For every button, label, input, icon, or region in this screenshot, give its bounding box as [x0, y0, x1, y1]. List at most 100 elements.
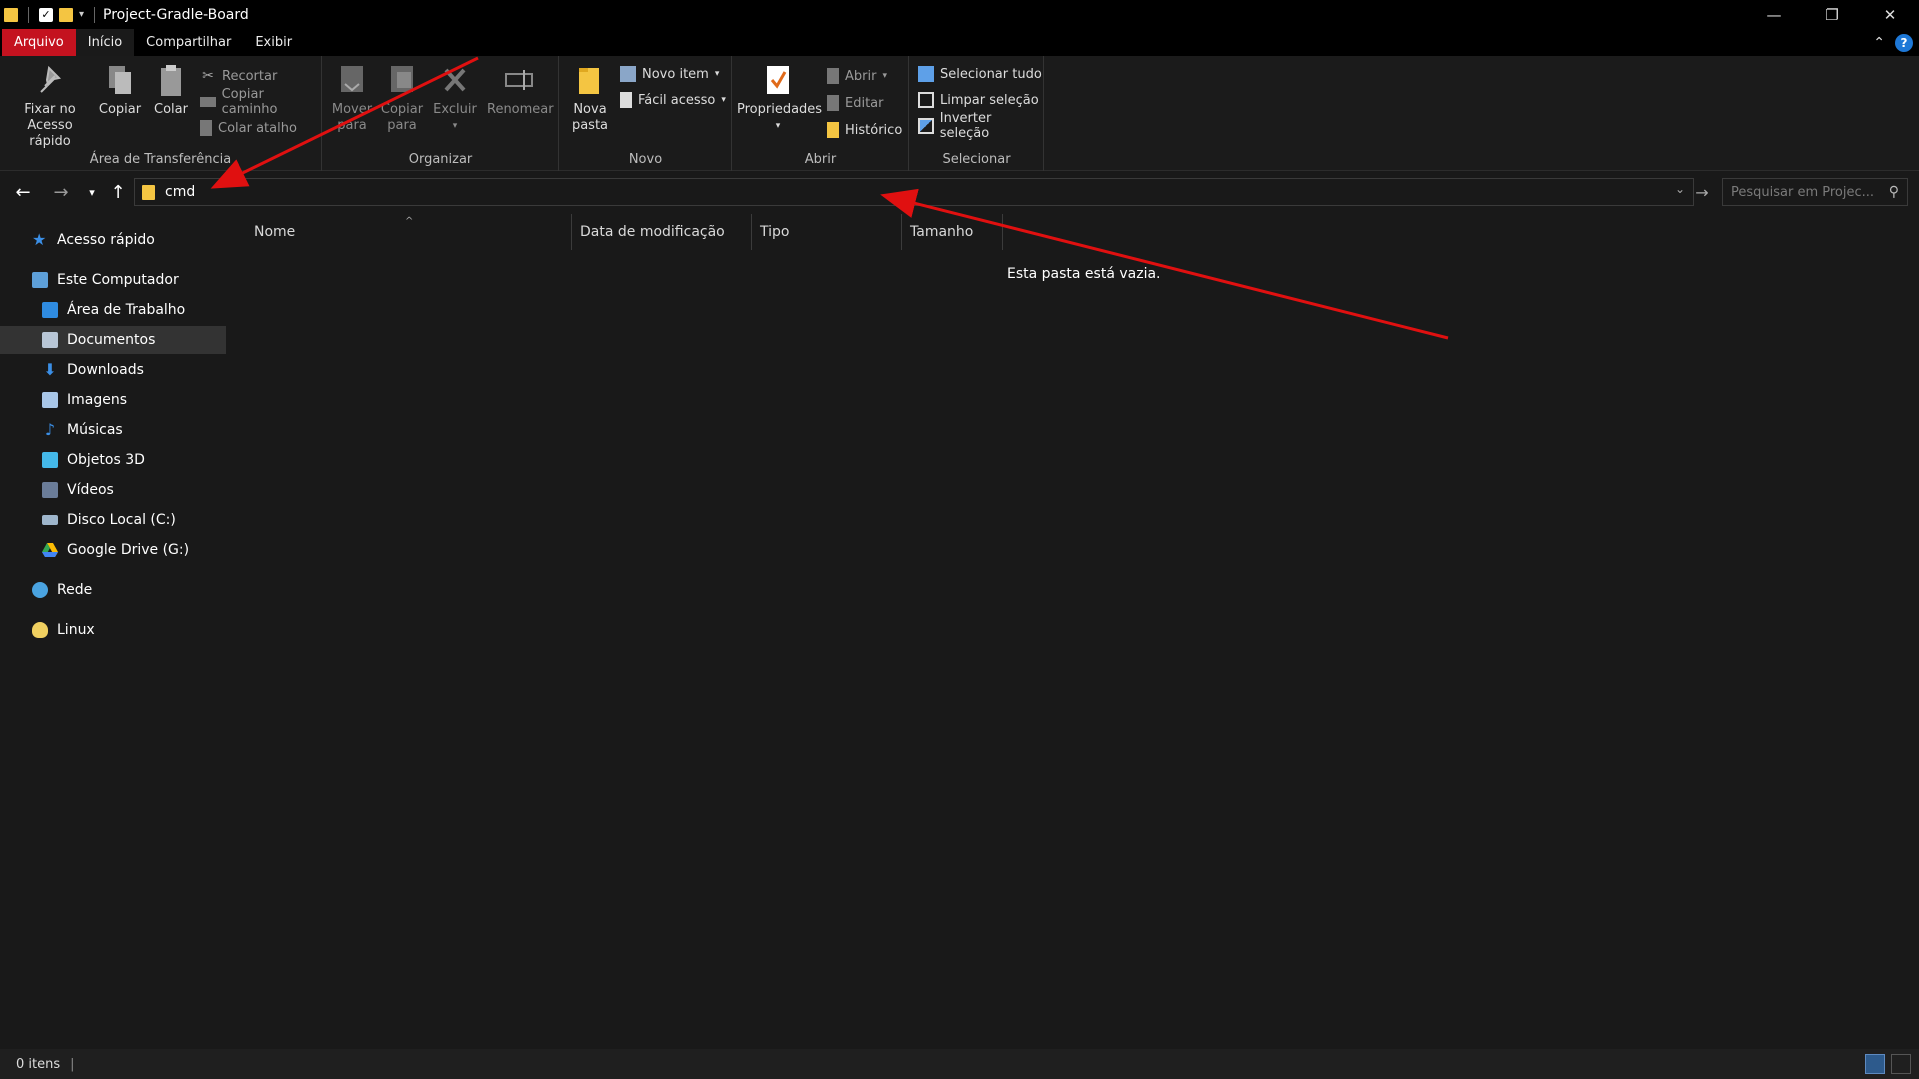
network-icon [32, 582, 48, 598]
download-icon: ⬇ [43, 360, 57, 379]
column-header-date-modified[interactable]: Data de modificação [572, 214, 750, 250]
recent-locations-chevron-icon[interactable]: ▾ [80, 180, 104, 204]
ribbon-tabs: Arquivo Início Compartilhar Exibir ⌃ ? [0, 29, 1919, 56]
shortcut-icon [200, 120, 212, 136]
column-divider[interactable] [1002, 214, 1003, 250]
search-input[interactable]: Pesquisar em Projec... ⚲ [1722, 178, 1908, 206]
scissors-icon: ✂ [202, 68, 214, 84]
tab-view[interactable]: Exibir [243, 29, 304, 56]
new-item-label: Novo item [642, 66, 709, 82]
open-label: Abrir [845, 68, 877, 84]
open-file-icon [827, 68, 839, 84]
copy-label: Copiar [98, 102, 142, 117]
cut-button[interactable]: ✂ Recortar [200, 66, 277, 86]
address-dropdown-chevron-icon[interactable]: ⌄ [1675, 182, 1685, 196]
address-bar[interactable]: cmd ⌄ [134, 178, 1694, 206]
select-all-icon [918, 66, 934, 82]
address-input[interactable]: cmd [165, 184, 195, 200]
organize-group: Mover para Copiar para Excluir ▾ Renomea… [323, 56, 559, 171]
move-to-label: Mover para [331, 102, 373, 133]
rename-label: Renomear [487, 102, 554, 117]
search-icon[interactable]: ⚲ [1889, 184, 1899, 200]
sidebar-item-desktop[interactable]: Área de Trabalho [0, 296, 228, 324]
rename-button[interactable]: Renomear [487, 62, 554, 118]
ribbon: Fixar no Acesso rápido Copiar Colar ✂ Re… [0, 56, 1919, 171]
sidebar-item-label: Vídeos [67, 482, 114, 498]
sidebar-item-3d-objects[interactable]: Objetos 3D [0, 446, 228, 474]
copy-to-icon [391, 66, 413, 92]
column-header-type[interactable]: Tipo [752, 214, 900, 250]
select-group-label: Selecionar [942, 152, 1011, 167]
delete-dropdown-icon[interactable]: ▾ [433, 118, 477, 134]
select-all-button[interactable]: Selecionar tudo [918, 64, 1042, 84]
sidebar-item-music[interactable]: ♪ Músicas [0, 416, 228, 444]
navigation-pane: ★ Acesso rápido Este Computador Área de … [0, 214, 228, 1049]
sidebar-item-downloads[interactable]: ⬇ Downloads [0, 356, 228, 384]
back-arrow-icon[interactable]: ← [11, 180, 35, 204]
cube-icon [42, 452, 58, 468]
copy-path-button[interactable]: Copiar caminho [200, 87, 321, 117]
sidebar-item-label: Linux [57, 622, 95, 638]
computer-icon [32, 272, 48, 288]
history-button[interactable]: Histórico [827, 120, 902, 140]
help-icon[interactable]: ? [1895, 34, 1913, 52]
google-drive-icon [42, 543, 58, 557]
sidebar-item-local-disk[interactable]: Disco Local (C:) [0, 506, 228, 534]
address-row: ← → ▾ ↑ cmd ⌄ → Pesquisar em Projec... ⚲ [0, 176, 1919, 208]
invert-selection-icon [918, 118, 934, 134]
sidebar-item-videos[interactable]: Vídeos [0, 476, 228, 504]
sidebar-item-documents[interactable]: Documentos [0, 326, 226, 354]
details-view-icon[interactable] [1865, 1054, 1885, 1074]
new-folder-icon[interactable] [59, 7, 73, 22]
documents-icon [42, 332, 58, 348]
close-button[interactable]: ✕ [1861, 0, 1919, 29]
copy-button[interactable]: Copiar [96, 62, 144, 118]
new-item-button[interactable]: Novo item ▾ [620, 64, 719, 84]
pin-quick-access-button[interactable]: Fixar no Acesso rápido [6, 62, 94, 150]
sidebar-item-google-drive[interactable]: Google Drive (G:) [0, 536, 228, 564]
collapse-ribbon-icon[interactable]: ⌃ [1873, 35, 1885, 51]
go-arrow-icon[interactable]: → [1690, 180, 1714, 204]
quick-access-toolbar: ✓ ▾ [0, 0, 99, 29]
paste-shortcut-button[interactable]: Colar atalho [200, 118, 297, 138]
open-group-label: Abrir [804, 152, 837, 167]
forward-arrow-icon[interactable]: → [49, 180, 73, 204]
delete-button[interactable]: Excluir ▾ [433, 62, 477, 134]
up-arrow-icon[interactable]: ↑ [106, 180, 130, 204]
divider [28, 6, 29, 23]
tab-home[interactable]: Início [75, 29, 135, 56]
sidebar-item-network[interactable]: Rede [0, 576, 228, 604]
clipboard-icon [161, 65, 181, 96]
minimize-button[interactable]: — [1745, 0, 1803, 29]
sidebar-item-label: Área de Trabalho [67, 302, 186, 318]
select-none-button[interactable]: Limpar seleção [918, 90, 1039, 110]
properties-dropdown-icon[interactable]: ▾ [737, 118, 819, 134]
maximize-button[interactable]: ❐ [1803, 0, 1861, 29]
sidebar-item-linux[interactable]: Linux [0, 616, 228, 644]
delete-x-icon [444, 68, 466, 92]
easy-access-button[interactable]: Fácil acesso ▾ [620, 90, 726, 110]
tab-file[interactable]: Arquivo [2, 29, 76, 56]
column-header-size[interactable]: Tamanho [902, 214, 1002, 250]
cut-label: Recortar [222, 68, 278, 84]
column-header-name[interactable]: Nome [246, 214, 554, 250]
copy-to-button[interactable]: Copiar para [379, 62, 425, 134]
paste-button[interactable]: Colar [150, 62, 192, 118]
customize-toolbar-icon[interactable]: ▾ [79, 9, 84, 20]
move-to-button[interactable]: Mover para [329, 62, 375, 134]
select-none-label: Limpar seleção [940, 92, 1039, 108]
open-button[interactable]: Abrir ▾ [827, 66, 887, 86]
invert-selection-label: Inverter seleção [939, 111, 992, 141]
window-title: Project-Gradle-Board [103, 6, 249, 23]
edit-button[interactable]: Editar [827, 93, 884, 113]
new-folder-button[interactable]: Nova pasta [568, 62, 612, 134]
properties-check-icon[interactable]: ✓ [39, 7, 53, 22]
large-icons-view-icon[interactable] [1891, 1054, 1911, 1074]
tab-share[interactable]: Compartilhar [134, 29, 243, 56]
sidebar-item-images[interactable]: Imagens [0, 386, 228, 414]
properties-button[interactable]: Propriedades ▾ [737, 62, 822, 134]
sidebar-item-this-pc[interactable]: Este Computador [0, 266, 228, 294]
sidebar-item-quick-access[interactable]: ★ Acesso rápido [0, 226, 228, 254]
copy-icon [109, 66, 131, 94]
invert-selection-button[interactable]: Inverter seleção [918, 111, 1043, 141]
